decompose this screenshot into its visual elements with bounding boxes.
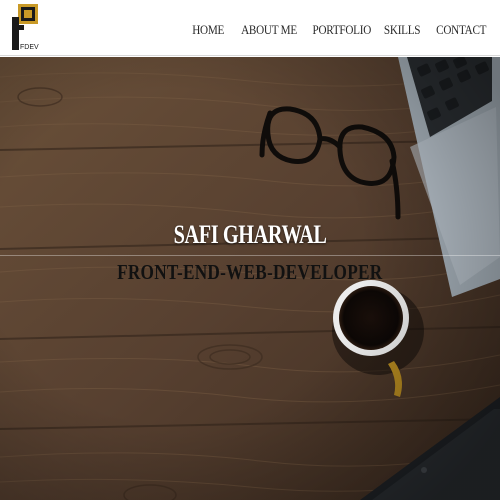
nav-link-home[interactable]: Home [193, 22, 225, 38]
logo-mark-icon: FDEV [12, 4, 39, 51]
hero-title: Front-End-Web-Developer [0, 260, 500, 285]
navbar: FDEV Home About Me Portfolio Skills Cont… [0, 0, 500, 56]
nav-link-contact[interactable]: Contact [436, 22, 486, 38]
nav-link-about-me[interactable]: About Me [241, 22, 297, 38]
nav-link-portfolio[interactable]: Portfolio [313, 22, 372, 38]
nav-menu: Home About Me Portfolio Skills Contact [180, 22, 487, 38]
logo[interactable]: FDEV [8, 3, 48, 53]
logo-text: FDEV [20, 44, 39, 51]
hero-name: Safi Gharwal [0, 220, 500, 250]
nav-link-skills[interactable]: Skills [384, 22, 421, 38]
hero-title-text: Front-End-Web-Developer [117, 260, 383, 284]
hero-divider [0, 255, 500, 256]
hero-section: Safi Gharwal Front-End-Web-Developer [0, 57, 500, 500]
hero-name-text: Safi Gharwal [173, 220, 327, 249]
